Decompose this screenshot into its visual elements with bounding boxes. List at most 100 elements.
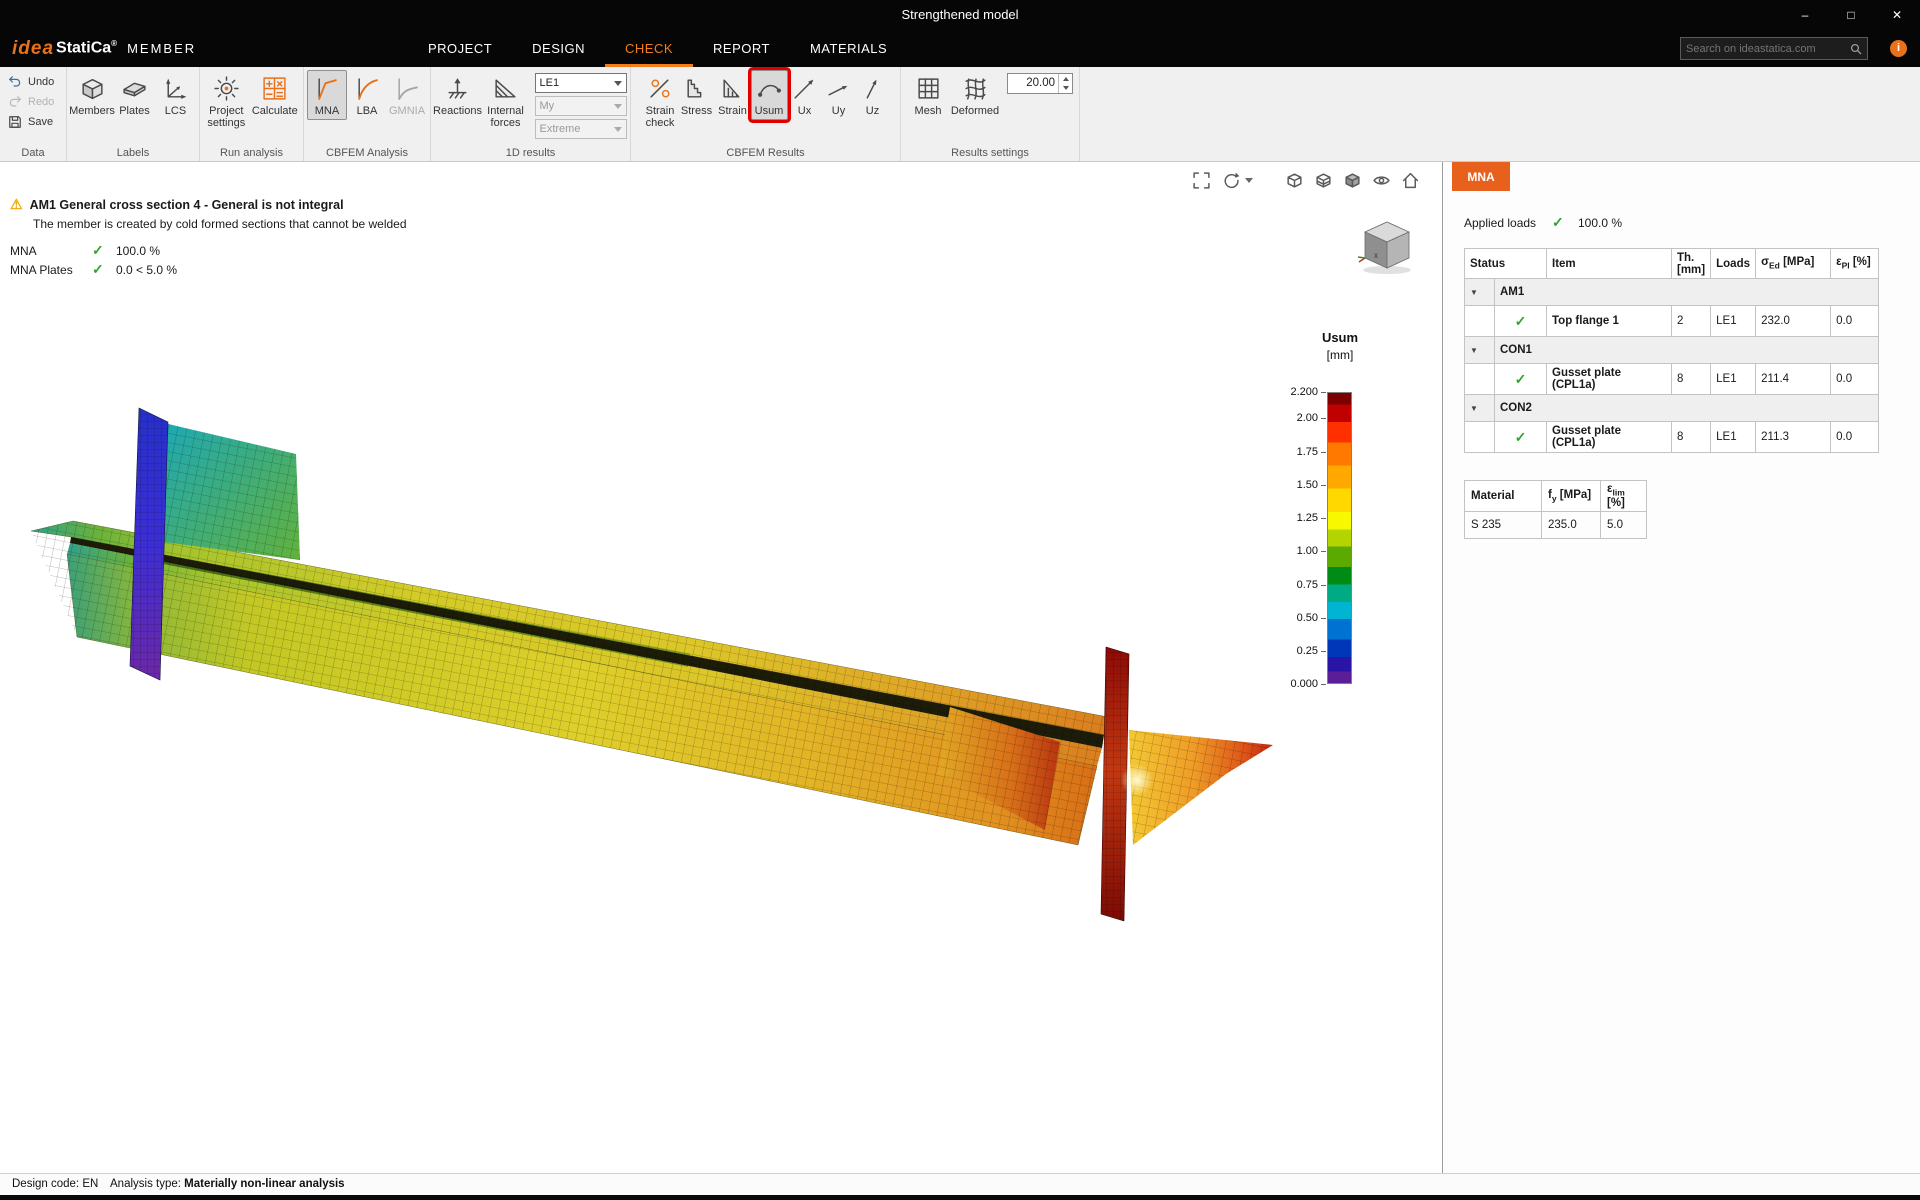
gmnia-button[interactable]: GMNIA bbox=[387, 70, 427, 120]
tab-check[interactable]: CHECK bbox=[605, 30, 693, 67]
loads-cell: LE1 bbox=[1711, 364, 1756, 395]
tab-design[interactable]: DESIGN bbox=[512, 30, 605, 67]
title-bar: Strengthened model – □ ✕ bbox=[0, 0, 1920, 30]
warning-title: AM1 General cross section 4 - General is… bbox=[30, 198, 344, 212]
group-row-am1[interactable]: ▼ AM1 bbox=[1465, 279, 1879, 306]
tab-materials[interactable]: MATERIALS bbox=[790, 30, 907, 67]
search-icon bbox=[1850, 43, 1862, 55]
strain-icon bbox=[719, 75, 746, 102]
ribbon: Undo Redo Save Data Members Plates bbox=[0, 67, 1920, 162]
logo-product: MEMBER bbox=[127, 41, 196, 56]
group-label-results-settings: Results settings bbox=[901, 147, 1079, 159]
usum-icon bbox=[756, 75, 783, 102]
extreme-select[interactable]: Extreme bbox=[535, 119, 627, 139]
collapse-triangle-icon[interactable]: ▼ bbox=[1470, 404, 1478, 413]
calculate-button[interactable]: Calculate bbox=[250, 70, 300, 120]
fit-view-icon[interactable] bbox=[1192, 171, 1211, 190]
material-row[interactable]: S 235 235.0 5.0 bbox=[1465, 512, 1647, 539]
item-cell: Top flange 1 bbox=[1547, 306, 1672, 337]
chevron-down-icon bbox=[614, 81, 622, 86]
ribbon-group-1d-results: Reactions Internal forces LE1 My Extreme… bbox=[431, 67, 631, 161]
uz-icon bbox=[859, 75, 886, 102]
mna-button[interactable]: MNA bbox=[307, 70, 347, 120]
viewport-toolbar bbox=[1192, 171, 1420, 190]
th-cell: 8 bbox=[1672, 364, 1711, 395]
strain-button[interactable]: Strain bbox=[715, 70, 751, 120]
ribbon-group-labels: Members Plates LCS Labels bbox=[67, 67, 200, 161]
model-3d-view[interactable] bbox=[0, 162, 1443, 1173]
members-button[interactable]: Members bbox=[70, 70, 114, 120]
group-label-cbfem-analysis: CBFEM Analysis bbox=[304, 147, 430, 159]
rotate-view-icon[interactable] bbox=[1221, 171, 1240, 190]
fy-cell: 235.0 bbox=[1542, 512, 1601, 539]
collapse-triangle-icon[interactable]: ▼ bbox=[1470, 346, 1478, 355]
spinner-down-icon[interactable] bbox=[1059, 84, 1072, 94]
visibility-icon[interactable] bbox=[1372, 171, 1391, 190]
mna-result-label: MNA bbox=[10, 244, 92, 258]
view-box-wire-icon[interactable] bbox=[1285, 171, 1304, 190]
legend-tick: 0.50 bbox=[1252, 612, 1318, 624]
deformed-button[interactable]: Deformed bbox=[949, 70, 1001, 120]
loads-cell: LE1 bbox=[1711, 306, 1756, 337]
search-box[interactable] bbox=[1680, 37, 1868, 60]
col-eps-lim: εlim [%] bbox=[1601, 481, 1647, 512]
ux-button[interactable]: Ux bbox=[788, 70, 822, 120]
results-panel: MNA Applied loads ✓ 100.0 % Status Item … bbox=[1444, 162, 1920, 1173]
plates-icon bbox=[121, 75, 148, 102]
logo-statica: StatiCa® bbox=[56, 39, 117, 57]
strain-check-button[interactable]: Strain check bbox=[642, 70, 679, 133]
undo-button[interactable]: Undo bbox=[3, 72, 63, 92]
group-label-1d-results: 1D results bbox=[431, 147, 630, 159]
deformed-scale-spinner[interactable]: 20.00 bbox=[1007, 73, 1073, 94]
info-icon[interactable]: i bbox=[1890, 40, 1907, 57]
check-icon: ✓ bbox=[1552, 214, 1578, 231]
redo-button[interactable]: Redo bbox=[3, 92, 63, 112]
maximize-button[interactable]: □ bbox=[1828, 0, 1874, 30]
reactions-icon bbox=[444, 75, 471, 102]
group-row-con2[interactable]: ▼ CON2 bbox=[1465, 395, 1879, 422]
mna-result-value: 100.0 % bbox=[116, 244, 160, 258]
table-row[interactable]: ✓ Gusset plate (CPL1a) 8 LE1 211.4 0.0 bbox=[1465, 364, 1879, 395]
tab-report[interactable]: REPORT bbox=[693, 30, 790, 67]
usum-button[interactable]: Usum bbox=[751, 70, 788, 120]
internal-forces-button[interactable]: Internal forces bbox=[481, 70, 531, 133]
close-button[interactable]: ✕ bbox=[1874, 0, 1920, 30]
mna-plates-result-label: MNA Plates bbox=[10, 263, 92, 277]
mesh-button[interactable]: Mesh bbox=[907, 70, 949, 120]
load-case-select[interactable]: LE1 bbox=[535, 73, 627, 93]
view-box-section-icon[interactable] bbox=[1314, 171, 1333, 190]
save-button[interactable]: Save bbox=[3, 112, 63, 132]
col-material: Material bbox=[1465, 481, 1542, 512]
rotate-options-chevron-icon[interactable] bbox=[1245, 178, 1253, 183]
design-code-status: Design code: EN bbox=[12, 1178, 98, 1190]
collapse-triangle-icon[interactable]: ▼ bbox=[1470, 288, 1478, 297]
home-view-icon[interactable] bbox=[1401, 171, 1420, 190]
spinner-up-icon[interactable] bbox=[1059, 74, 1072, 84]
stress-button[interactable]: Stress bbox=[679, 70, 715, 120]
main-menu: PROJECT DESIGN CHECK REPORT MATERIALS bbox=[408, 30, 907, 67]
table-row[interactable]: ✓ Top flange 1 2 LE1 232.0 0.0 bbox=[1465, 306, 1879, 337]
ribbon-group-cbfem-analysis: MNA LBA GMNIA CBFEM Analysis bbox=[304, 67, 431, 161]
table-row[interactable]: ✓ Gusset plate (CPL1a) 8 LE1 211.3 0.0 bbox=[1465, 422, 1879, 453]
uy-button[interactable]: Uy bbox=[822, 70, 856, 120]
minimize-button[interactable]: – bbox=[1782, 0, 1828, 30]
group-row-con1[interactable]: ▼ CON1 bbox=[1465, 337, 1879, 364]
navigation-cube[interactable]: x bbox=[1353, 214, 1421, 278]
logo-idea: idea bbox=[12, 38, 54, 60]
plates-button[interactable]: Plates bbox=[114, 70, 155, 120]
lcs-icon bbox=[162, 75, 189, 102]
reactions-button[interactable]: Reactions bbox=[435, 70, 481, 120]
project-settings-button[interactable]: Project settings bbox=[203, 70, 250, 133]
uz-button[interactable]: Uz bbox=[856, 70, 890, 120]
ribbon-group-results-settings: Mesh Deformed 20.00 Results settings bbox=[901, 67, 1080, 161]
component-select[interactable]: My bbox=[535, 96, 627, 116]
view-box-solid-icon[interactable] bbox=[1343, 171, 1362, 190]
lcs-button[interactable]: LCS bbox=[155, 70, 196, 120]
stress-icon bbox=[683, 75, 710, 102]
check-icon: ✓ bbox=[92, 261, 116, 278]
tab-project[interactable]: PROJECT bbox=[408, 30, 512, 67]
search-input[interactable] bbox=[1686, 43, 1850, 55]
tab-mna-results[interactable]: MNA bbox=[1452, 162, 1510, 191]
gmnia-icon bbox=[394, 75, 421, 102]
lba-button[interactable]: LBA bbox=[347, 70, 387, 120]
